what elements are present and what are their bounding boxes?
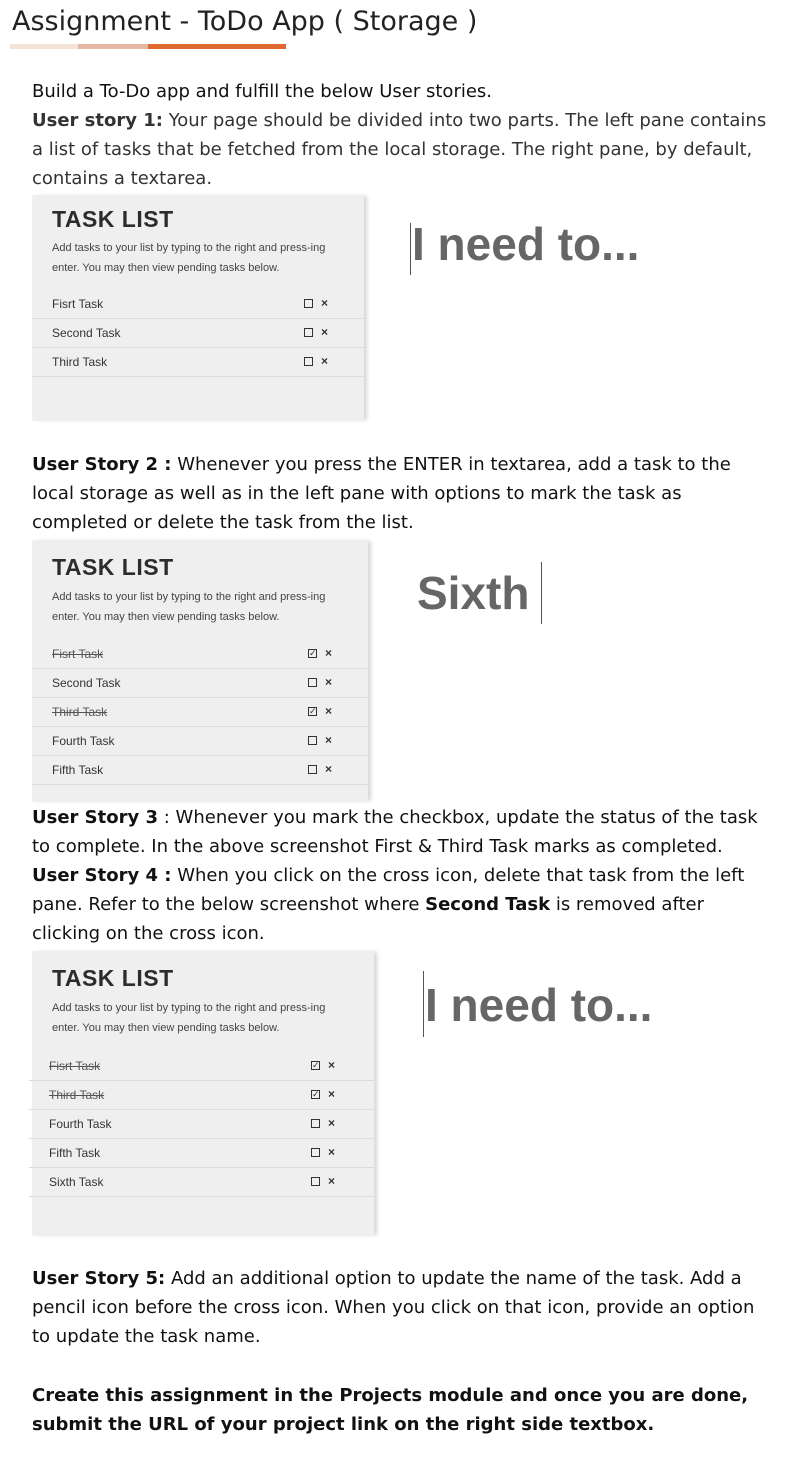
empty-box-icon[interactable]	[308, 765, 317, 774]
empty-box-icon[interactable]	[304, 357, 313, 366]
task-name: Fourth Task	[49, 1117, 112, 1131]
task-row: Fisrt Task ✓ ×	[32, 640, 368, 669]
task-row: Third Task ✓ ×	[29, 1081, 374, 1110]
task-row: Fifth Task ×	[32, 756, 368, 785]
task-name: Second Task	[52, 326, 121, 340]
task-name: Second Task	[52, 676, 121, 690]
task-row: Fourth Task ×	[32, 727, 368, 756]
story-5-label: User Story 5:	[32, 1268, 166, 1289]
task-row: Third Task ×	[32, 348, 364, 377]
empty-box-icon[interactable]	[311, 1119, 320, 1128]
task-name: Fisrt Task	[49, 1059, 101, 1073]
title-underline	[10, 44, 286, 49]
task-name: Fisrt Task	[52, 647, 104, 661]
story-1: User story 1: Your page should be divide…	[32, 106, 777, 193]
story-2: User Story 2 : Whenever you press the EN…	[32, 450, 777, 537]
pane-title: TASK LIST	[52, 965, 174, 991]
cross-icon[interactable]: ×	[328, 1145, 335, 1159]
story-1-label: User story 1:	[32, 110, 163, 131]
screenshot-3: TASK LIST Add tasks to your list by typi…	[29, 951, 732, 1237]
intro-section: Build a To-Do app and fulfill the below …	[32, 77, 777, 193]
intro-text: Build a To-Do app and fulfill the below …	[32, 81, 493, 102]
task-row: Fourth Task ×	[29, 1110, 374, 1139]
pane-title: TASK LIST	[52, 554, 174, 580]
cross-icon[interactable]: ×	[325, 675, 332, 689]
task-list-pane: TASK LIST Add tasks to your list by typi…	[32, 195, 364, 421]
task-textarea[interactable]: Sixth	[417, 566, 529, 620]
check-box-icon[interactable]: ✓	[308, 707, 317, 716]
task-name: Third Task	[52, 355, 108, 369]
empty-box-icon[interactable]	[308, 736, 317, 745]
screenshot-2: TASK LIST Add tasks to your list by typi…	[32, 540, 732, 802]
story-3-label: User Story 3	[32, 807, 159, 828]
empty-box-icon[interactable]	[311, 1148, 320, 1157]
text-caret	[423, 971, 424, 1037]
cross-icon[interactable]: ×	[328, 1087, 335, 1101]
task-row: Fisrt Task ✓ ×	[29, 1052, 374, 1081]
cross-icon[interactable]: ×	[325, 646, 332, 660]
task-name: Third Task	[49, 1088, 105, 1102]
story-5: User Story 5: Add an additional option t…	[32, 1264, 777, 1351]
empty-box-icon[interactable]	[304, 299, 313, 308]
page-title: Assignment - ToDo App ( Storage )	[12, 6, 478, 37]
task-textarea[interactable]: I need to...	[425, 978, 652, 1032]
task-name: Sixth Task	[49, 1175, 104, 1189]
task-list-pane: TASK LIST Add tasks to your list by typi…	[32, 540, 368, 802]
story-4: User Story 4 : When you click on the cro…	[32, 861, 777, 948]
story-4-label: User Story 4 :	[32, 865, 172, 886]
task-name: Fifth Task	[52, 763, 104, 777]
story-3-4: User Story 3 : Whenever you mark the che…	[32, 803, 777, 948]
task-name: Third Task	[52, 705, 108, 719]
cross-icon[interactable]: ×	[325, 704, 332, 718]
text-caret	[410, 223, 411, 275]
text-caret	[541, 562, 542, 624]
task-row: Sixth Task ×	[29, 1168, 374, 1197]
empty-box-icon[interactable]	[308, 678, 317, 687]
cross-icon[interactable]: ×	[328, 1116, 335, 1130]
task-row: Second Task ×	[32, 319, 364, 348]
task-row: Fisrt Task ×	[32, 290, 364, 319]
pane-title: TASK LIST	[52, 206, 174, 232]
task-list-pane: TASK LIST Add tasks to your list by typi…	[29, 951, 374, 1236]
empty-box-icon[interactable]	[304, 328, 313, 337]
story-2-label: User Story 2 :	[32, 454, 172, 475]
check-box-icon[interactable]: ✓	[311, 1061, 320, 1070]
empty-box-icon[interactable]	[311, 1177, 320, 1186]
cross-icon[interactable]: ×	[328, 1174, 335, 1188]
cross-icon[interactable]: ×	[325, 733, 332, 747]
pane-description: Add tasks to your list by typing to the …	[52, 591, 326, 623]
cross-icon[interactable]: ×	[328, 1058, 335, 1072]
task-name: Fourth Task	[52, 734, 115, 748]
closing-instructions: Create this assignment in the Projects m…	[32, 1385, 749, 1435]
task-row: Third Task ✓ ×	[32, 698, 368, 727]
cross-icon[interactable]: ×	[321, 296, 328, 310]
task-name: Fisrt Task	[52, 297, 104, 311]
story-3: User Story 3 : Whenever you mark the che…	[32, 803, 777, 861]
task-name: Fifth Task	[49, 1146, 101, 1160]
cross-icon[interactable]: ×	[325, 762, 332, 776]
check-box-icon[interactable]: ✓	[308, 649, 317, 658]
cross-icon[interactable]: ×	[321, 325, 328, 339]
task-row: Second Task ×	[32, 669, 368, 698]
task-textarea[interactable]: I need to...	[412, 217, 639, 271]
pane-description: Add tasks to your list by typing to the …	[52, 242, 326, 274]
pane-description: Add tasks to your list by typing to the …	[52, 1002, 326, 1034]
task-row: Fifth Task ×	[29, 1139, 374, 1168]
check-box-icon[interactable]: ✓	[311, 1090, 320, 1099]
screenshot-1: TASK LIST Add tasks to your list by typi…	[32, 195, 732, 425]
cross-icon[interactable]: ×	[321, 354, 328, 368]
story-4-bold: Second Task	[425, 894, 551, 915]
